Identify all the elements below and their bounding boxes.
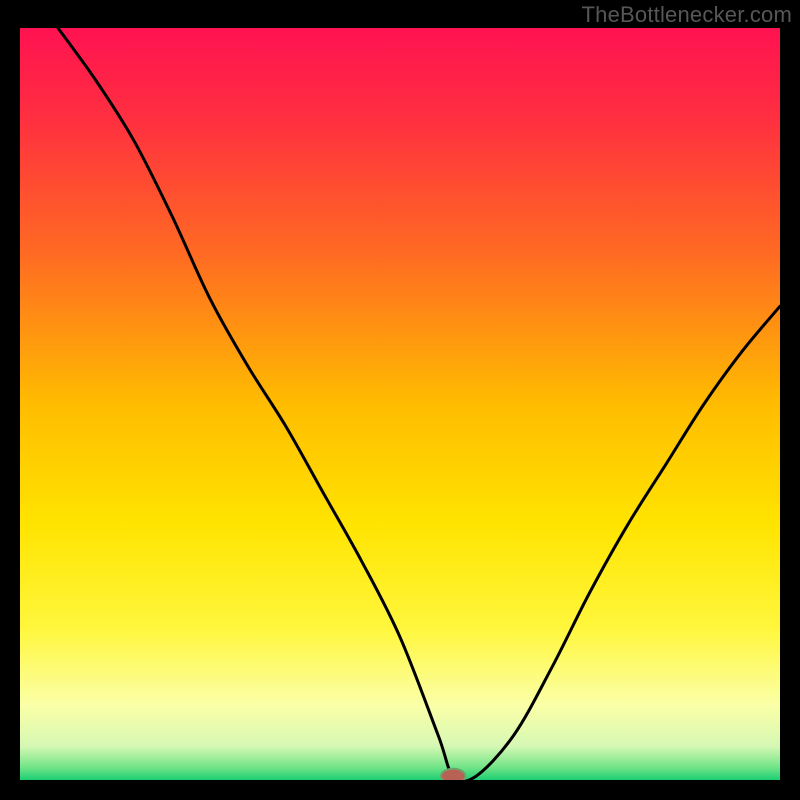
optimal-marker <box>441 769 465 780</box>
bottleneck-chart-svg <box>20 28 780 780</box>
watermark-link[interactable]: TheBottlenecker.com <box>582 2 792 28</box>
chart-frame: TheBottlenecker.com <box>0 0 800 800</box>
plot-area <box>20 28 780 780</box>
